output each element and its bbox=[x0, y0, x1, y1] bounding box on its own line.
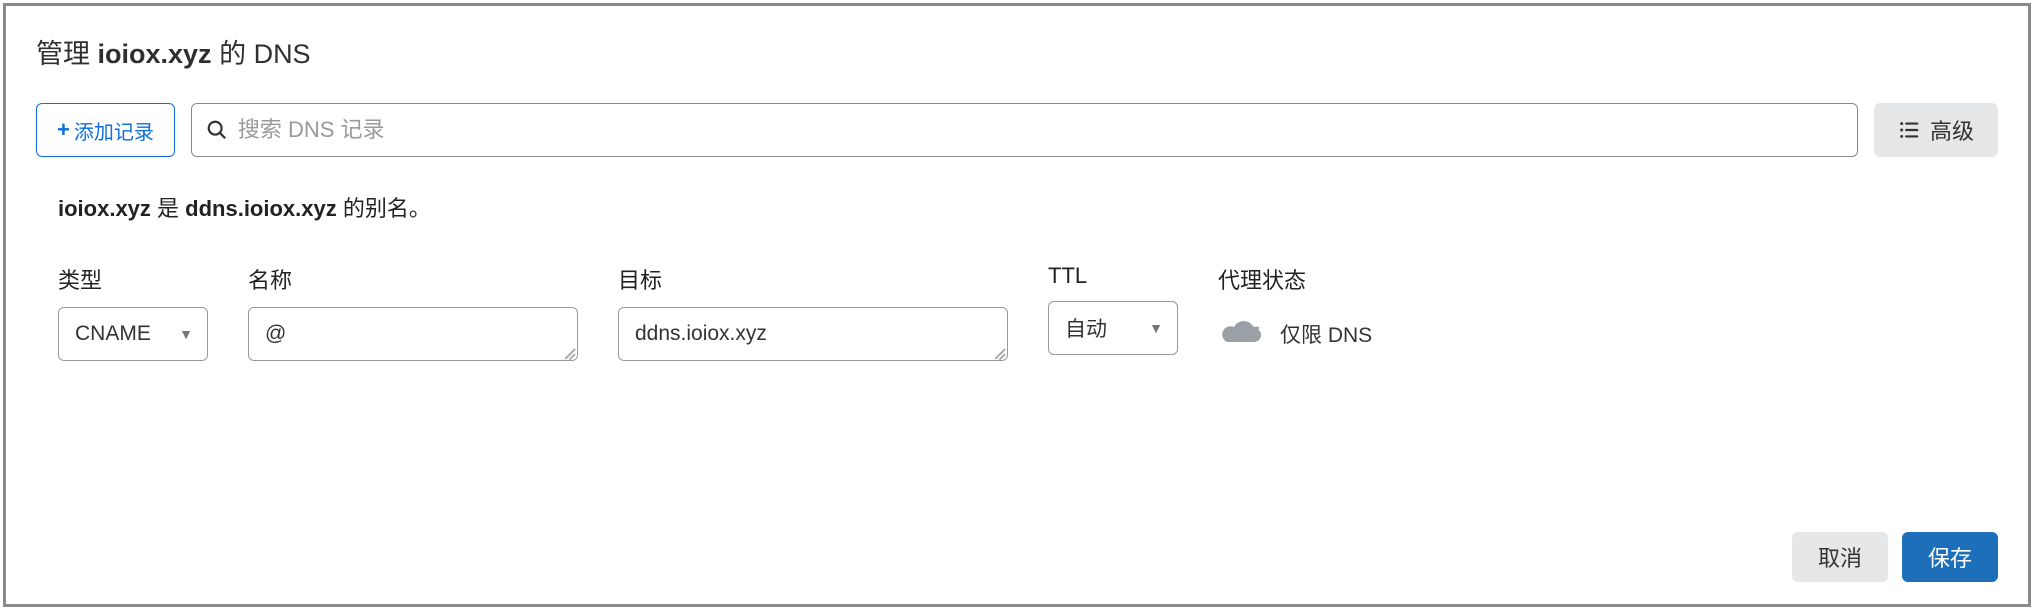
search-input[interactable] bbox=[238, 117, 1843, 143]
type-select[interactable]: CNAME ▼ bbox=[58, 307, 208, 361]
alias-target: ddns.ioiox.xyz bbox=[185, 196, 337, 221]
list-icon bbox=[1898, 119, 1920, 141]
dns-manage-panel: 管理 ioiox.xyz 的 DNS +添加记录 高级 ioi bbox=[3, 3, 2031, 607]
advanced-label: 高级 bbox=[1930, 114, 1974, 146]
search-icon bbox=[206, 119, 228, 141]
name-input[interactable] bbox=[248, 307, 578, 361]
proxy-label: 代理状态 bbox=[1218, 263, 1372, 295]
add-record-button[interactable]: +添加记录 bbox=[36, 103, 175, 157]
proxy-value: 仅限 DNS bbox=[1280, 319, 1372, 349]
cloud-icon bbox=[1218, 320, 1264, 348]
target-field: 目标 bbox=[618, 263, 1008, 361]
ttl-label: TTL bbox=[1048, 263, 1178, 289]
plus-icon: + bbox=[57, 117, 70, 143]
name-field: 名称 bbox=[248, 263, 578, 361]
save-button[interactable]: 保存 bbox=[1902, 532, 1998, 582]
footer-actions: 取消 保存 bbox=[1792, 532, 1998, 582]
record-form: 类型 CNAME ▼ 名称 目标 TTL 自动 ▼ bbox=[58, 263, 1998, 361]
proxy-field: 代理状态 仅限 DNS bbox=[1218, 263, 1372, 361]
chevron-down-icon: ▼ bbox=[179, 326, 193, 342]
title-suffix: 的 DNS bbox=[212, 39, 311, 69]
title-prefix: 管理 bbox=[36, 39, 98, 69]
alias-description: ioiox.xyz 是 ddns.ioiox.xyz 的别名。 bbox=[58, 191, 1998, 223]
page-title: 管理 ioiox.xyz 的 DNS bbox=[36, 32, 1998, 71]
ttl-select[interactable]: 自动 ▼ bbox=[1048, 301, 1178, 355]
title-domain: ioiox.xyz bbox=[98, 39, 212, 69]
toolbar: +添加记录 高级 bbox=[36, 103, 1998, 157]
alias-domain: ioiox.xyz bbox=[58, 196, 151, 221]
type-field: 类型 CNAME ▼ bbox=[58, 263, 208, 361]
ttl-field: TTL 自动 ▼ bbox=[1048, 263, 1178, 355]
type-label: 类型 bbox=[58, 263, 208, 295]
chevron-down-icon: ▼ bbox=[1149, 320, 1163, 336]
advanced-button[interactable]: 高级 bbox=[1874, 103, 1998, 157]
target-input[interactable] bbox=[618, 307, 1008, 361]
add-record-label: 添加记录 bbox=[74, 116, 154, 145]
ttl-value: 自动 bbox=[1065, 313, 1107, 343]
name-label: 名称 bbox=[248, 263, 578, 295]
cancel-button[interactable]: 取消 bbox=[1792, 532, 1888, 582]
alias-mid: 是 bbox=[151, 196, 185, 221]
target-label: 目标 bbox=[618, 263, 1008, 295]
proxy-status-toggle[interactable]: 仅限 DNS bbox=[1218, 307, 1372, 361]
alias-suffix: 的别名。 bbox=[337, 196, 431, 221]
type-value: CNAME bbox=[75, 322, 151, 346]
search-field[interactable] bbox=[191, 103, 1858, 157]
